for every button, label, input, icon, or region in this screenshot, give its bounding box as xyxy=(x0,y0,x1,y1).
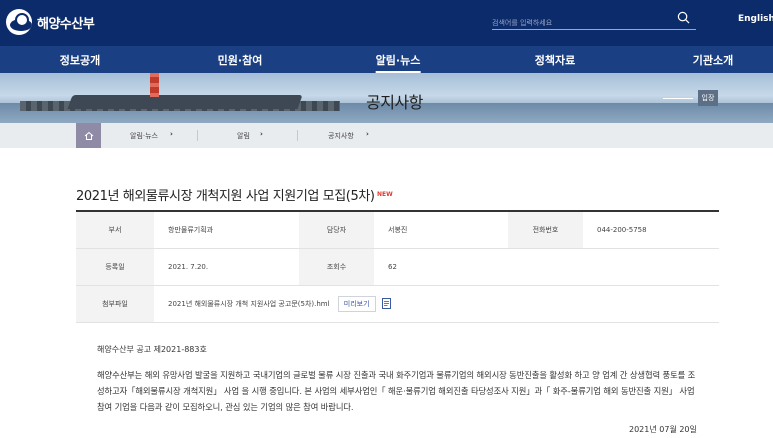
breadcrumb-item-notice-news[interactable]: 알림·뉴스 xyxy=(130,131,158,141)
nav-item-notice-news[interactable]: 알림·뉴스 xyxy=(375,52,420,73)
phone-value: 044-200-5758 xyxy=(583,211,719,249)
post-title: 2021년 해외물류시장 개척지원 사업 지원기업 모집(5차) xyxy=(76,189,375,204)
nav-item-policy-data[interactable]: 정책자료 xyxy=(535,52,575,68)
site-logo[interactable]: 해양수산부 xyxy=(6,9,95,35)
notice-number: 해양수산부 공고 제2021-883호 xyxy=(97,345,207,354)
dept-value: 항만물류기획과 xyxy=(154,211,299,249)
table-row: 등록일 2021. 7.20. 조회수 62 xyxy=(76,248,719,286)
search-icon[interactable] xyxy=(677,11,690,24)
announcement-date: 2021년 07월 20일 xyxy=(629,425,697,434)
attachment-cell: 2021년 해외물류시장 개척 지원사업 공고문(5차).hml 미리보기 xyxy=(154,285,719,323)
main-nav: 정보공개 민원·참여 알림·뉴스 정책자료 기관소개 xyxy=(0,46,773,73)
nav-item-civil-participation[interactable]: 민원·참여 xyxy=(218,52,263,68)
breadcrumb-item-announcements[interactable]: 공지사항 xyxy=(328,131,354,141)
banner-pier xyxy=(67,95,303,109)
date-value: 2021. 7.20. xyxy=(154,248,299,286)
post-info-table: 부서 항만물류기획과 담당자 서봉진 전화번호 044-200-5758 등록일… xyxy=(76,210,719,323)
manager-value: 서봉진 xyxy=(374,211,508,249)
chevron-right-icon: › xyxy=(366,130,369,138)
home-icon xyxy=(84,131,93,140)
banner-divider xyxy=(663,98,693,99)
page-title: 공지사항 xyxy=(366,93,423,112)
nav-item-info-disclosure[interactable]: 정보공개 xyxy=(60,52,100,68)
date-label: 등록일 xyxy=(76,248,154,286)
phone-label: 전화번호 xyxy=(508,211,583,249)
top-header: 해양수산부 English xyxy=(0,0,773,46)
document-icon[interactable] xyxy=(381,298,391,309)
attachment-file-link[interactable]: 2021년 해외물류시장 개척 지원사업 공고문(5차).hml xyxy=(168,300,330,308)
search-box xyxy=(492,10,696,32)
nav-item-about[interactable]: 기관소개 xyxy=(693,52,733,68)
lighthouse-image xyxy=(150,73,159,97)
chevron-right-icon: › xyxy=(170,130,173,138)
manager-label: 담당자 xyxy=(299,211,374,249)
views-label: 조회수 xyxy=(299,248,374,286)
preview-button[interactable]: 미리보기 xyxy=(337,295,376,312)
views-value: 62 xyxy=(374,248,719,286)
breadcrumb-item-notice[interactable]: 알림 xyxy=(237,131,250,141)
new-badge: NEW xyxy=(377,191,393,198)
english-link[interactable]: English xyxy=(738,14,773,24)
table-row: 첨부파일 2021년 해외물류시장 개척 지원사업 공고문(5차).hml 미리… xyxy=(76,285,719,323)
breadcrumb-divider xyxy=(197,130,198,141)
search-input[interactable] xyxy=(492,14,672,32)
home-button[interactable] xyxy=(76,123,101,148)
logo-emblem-icon xyxy=(6,9,32,35)
post-body-text: 해양수산부는 해외 유망사업 발굴을 지원하고 국내기업의 글로벌 물류 시장 … xyxy=(97,370,696,412)
logo-text: 해양수산부 xyxy=(37,16,95,32)
breadcrumb: 알림·뉴스 › 알림 › 공지사항 › xyxy=(0,123,773,148)
dept-label: 부서 xyxy=(76,211,154,249)
attachment-label: 첨부파일 xyxy=(76,285,154,323)
banner-button[interactable]: 입장 xyxy=(698,90,718,106)
chevron-right-icon: › xyxy=(260,130,263,138)
breadcrumb-divider xyxy=(297,130,298,141)
table-row: 부서 항만물류기획과 담당자 서봉진 전화번호 044-200-5758 xyxy=(76,211,719,249)
